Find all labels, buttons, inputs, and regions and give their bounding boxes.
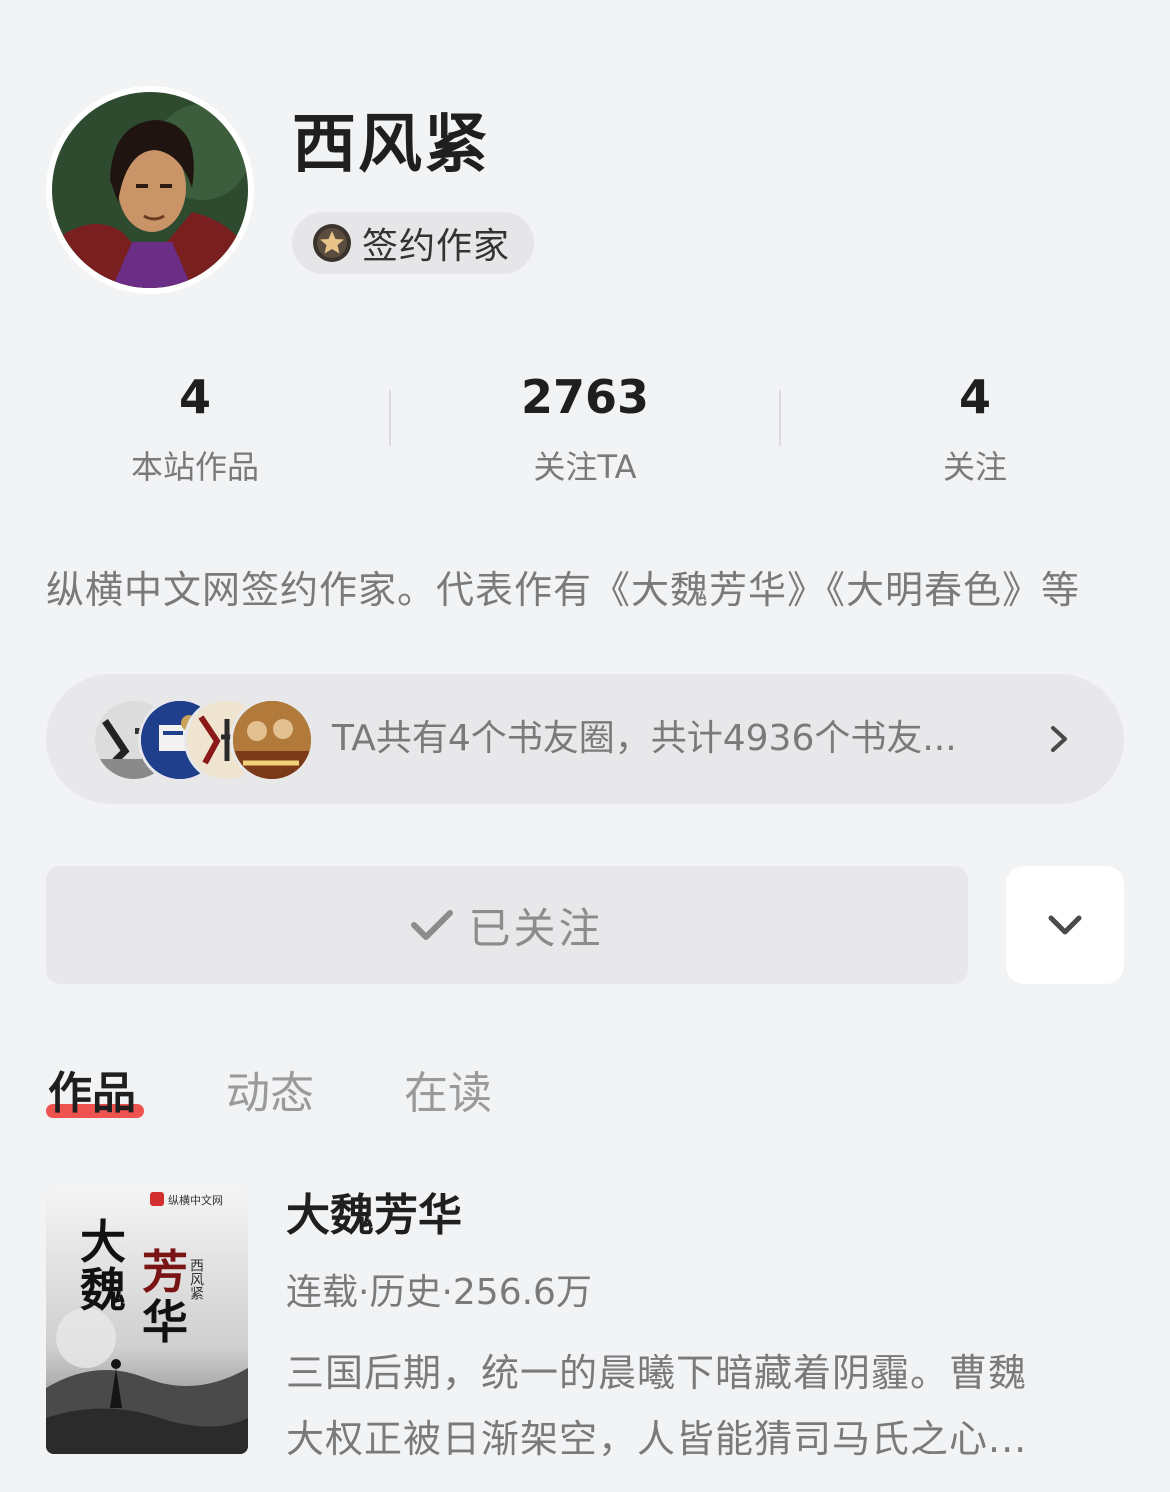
author-badge[interactable]: 签约作家	[292, 212, 535, 274]
book-circles-summary: TA共有4个书友圈，共计4936个书友...	[332, 718, 957, 759]
book-description: 三国后期，统一的晨曦下暗藏着阴霾。曹魏 大权正被日渐架空，人皆能猜司马氏之心..…	[286, 1340, 1136, 1472]
chevron-right-icon	[1051, 726, 1067, 752]
more-options-button[interactable]	[1006, 866, 1124, 984]
tab-activity[interactable]: 动态	[226, 1064, 314, 1124]
cover-title-char: 大	[80, 1215, 126, 1269]
followed-label: 已关注	[468, 903, 604, 953]
tab-reading[interactable]: 在读	[404, 1064, 492, 1124]
star-badge-icon	[313, 224, 351, 262]
stat-followers-value: 2763	[520, 370, 650, 424]
stats-row: 4 本站作品 2763 关注TA 4 关注	[0, 362, 1170, 492]
book-circles-card[interactable]: TA共有4个书友圈，共计4936个书友...	[46, 674, 1124, 804]
cover-publisher: 纵横中文网	[168, 1193, 223, 1207]
book-description-line: 三国后期，统一的晨曦下暗藏着阴霾。曹魏	[286, 1351, 1028, 1395]
circle-thumb	[230, 698, 314, 782]
cover-title-char: 芳	[142, 1245, 188, 1299]
book-description-line: 大权正被日渐架空，人皆能猜司马氏之心...	[286, 1417, 1028, 1461]
stat-works-label: 本站作品	[130, 448, 259, 486]
stat-following-label: 关注	[942, 448, 1007, 486]
author-name: 西风紧	[292, 108, 490, 182]
book-meta: 连载·历史·256.6万	[286, 1272, 592, 1313]
circle-thumbnails	[92, 698, 354, 782]
author-bio: 纵横中文网签约作家。代表作有《大魏芳华》《大明春色》等	[46, 568, 1081, 612]
tab-works[interactable]: 作品	[48, 1064, 136, 1124]
stat-works[interactable]: 4 本站作品	[0, 362, 390, 488]
chevron-down-icon	[1048, 915, 1082, 935]
check-icon	[411, 910, 454, 940]
book-cover-art: 纵横中文网 大 魏 芳 华 西风紧	[46, 1188, 248, 1454]
avatar-portrait	[52, 92, 248, 288]
stat-followers[interactable]: 2763 关注TA	[390, 362, 780, 488]
stat-works-value: 4	[178, 370, 211, 424]
book-cover[interactable]: 纵横中文网 大 魏 芳 华 西风紧	[46, 1188, 248, 1454]
badge-label: 签约作家	[362, 226, 511, 267]
author-avatar[interactable]	[52, 92, 248, 288]
book-title[interactable]: 大魏芳华	[286, 1184, 462, 1248]
cover-title-char: 魏	[80, 1263, 126, 1317]
cover-title-char: 华	[142, 1295, 188, 1349]
stat-followers-label: 关注TA	[533, 448, 637, 486]
stat-following-value: 4	[958, 370, 991, 424]
stat-following[interactable]: 4 关注	[780, 362, 1170, 488]
followed-button[interactable]: 已关注	[46, 866, 968, 984]
cover-author: 西风紧	[188, 1258, 204, 1300]
